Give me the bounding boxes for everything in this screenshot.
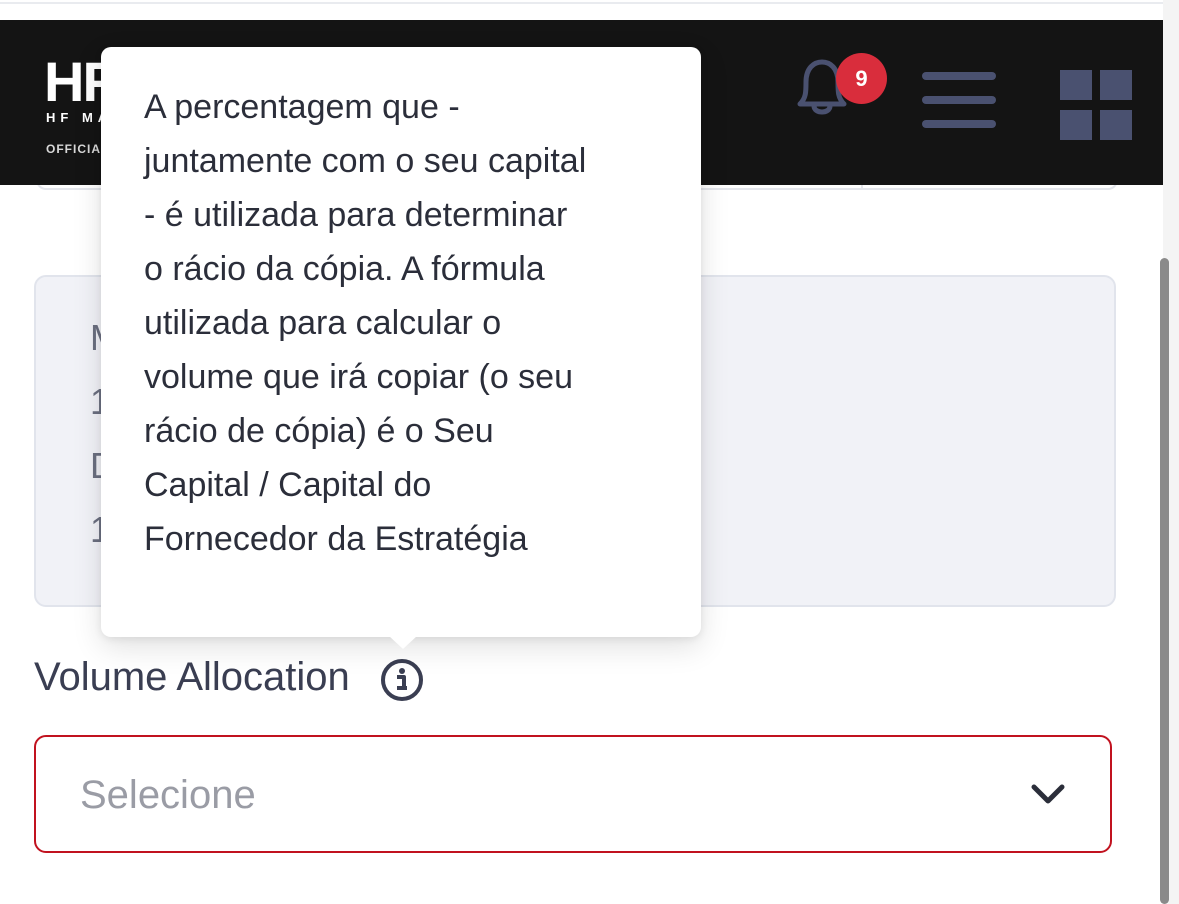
tooltip-line: juntamente com o seu capital [144,142,587,180]
tooltip-line: rácio de cópia) é o Seu [144,412,494,450]
info-icon[interactable] [380,658,424,702]
chevron-down-icon [1030,779,1066,809]
info-tooltip: A percentagem que - juntamente com o seu… [101,47,701,649]
top-strip [0,0,1163,20]
scrollbar-thumb[interactable] [1160,258,1169,904]
tooltip-line: Fornecedor da Estratégia [144,520,528,558]
tooltip-line: Capital / Capital do [144,466,432,504]
top-divider [0,2,1163,4]
tooltip-line: - é utilizada para determinar [144,196,568,234]
volume-allocation-select[interactable]: Selecione [34,735,1112,853]
tooltip-text: A percentagem que - juntamente com o seu… [144,80,674,566]
tooltip-line: o rácio da cópia. A fórmula [144,250,545,288]
select-value: Selecione [80,773,256,817]
volume-allocation-label: Volume Allocation [34,655,350,699]
logo-tagline: OFFICIAL [46,142,110,156]
grid-icon[interactable] [1060,70,1132,140]
tooltip-line: A percentagem que - [144,88,460,126]
notification-badge[interactable]: 9 [836,53,887,104]
tooltip-line: volume que irá copiar (o seu [144,358,574,396]
tooltip-line: utilizada para calcular o [144,304,502,342]
menu-icon[interactable] [922,72,996,130]
